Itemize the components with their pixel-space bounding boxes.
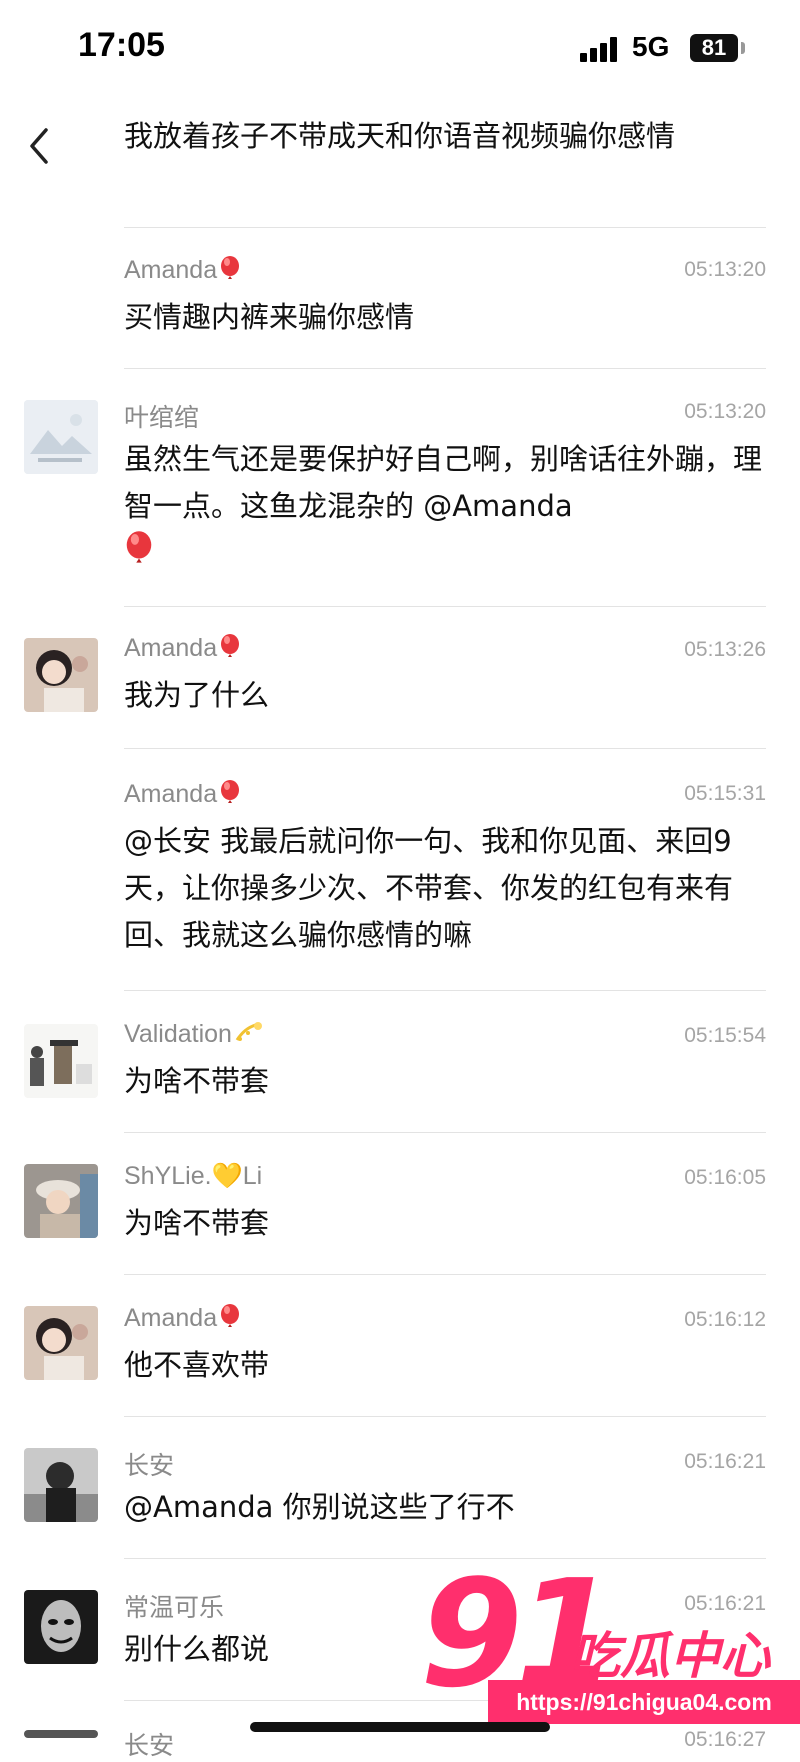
- balloon-emoji-icon: [221, 1304, 240, 1327]
- message-text: @Amanda 你别说这些了行不: [124, 1490, 515, 1524]
- status-time: 17:05: [78, 26, 165, 64]
- message-item[interactable]: Amanda 05:13:20 买情趣内裤来骗你感情: [0, 222, 800, 364]
- divider: [124, 1274, 766, 1275]
- message-time: 05:13:20: [684, 258, 766, 281]
- avatar[interactable]: [24, 400, 98, 474]
- divider: [124, 1132, 766, 1133]
- message-item[interactable]: ShYLie.💛Li 05:16:05 为啥不带套: [0, 1132, 800, 1274]
- message-text: 他不喜欢带: [124, 1348, 270, 1382]
- chat-header: 我放着孩子不带成天和你语音视频骗你感情: [0, 96, 800, 222]
- message-text: 虽然生气还是要保护好自己啊，别啥话往外蹦，理智一点。这鱼龙混杂的 @Amanda: [124, 436, 764, 577]
- divider: [124, 606, 766, 607]
- sender-name: Amanda: [124, 256, 241, 285]
- sparkle-emoji-icon: [235, 1022, 262, 1041]
- avatar[interactable]: [24, 1448, 98, 1522]
- message-time: 05:13:26: [684, 638, 766, 661]
- watermark-url: https://91chigua04.com: [488, 1680, 800, 1724]
- divider: [124, 748, 766, 749]
- message-time: 05:13:20: [684, 400, 766, 423]
- avatar[interactable]: [24, 1164, 98, 1238]
- message-text: @长安 我最后就问你一句、我和你见面、来回9天，让你操多少次、不带套、你发的红包…: [124, 824, 734, 952]
- sender-name: Amanda: [124, 780, 241, 809]
- sender-name: ShYLie.💛Li: [124, 1162, 263, 1190]
- message-item[interactable]: Amanda 05:13:26 我为了什么: [0, 604, 800, 746]
- divider: [124, 368, 766, 369]
- message-time: 05:16:21: [684, 1450, 766, 1473]
- divider: [124, 990, 766, 991]
- balloon-emoji-icon: [126, 531, 152, 563]
- message-text: 为啥不带套: [124, 1064, 270, 1098]
- avatar[interactable]: [24, 638, 98, 712]
- avatar[interactable]: [24, 1590, 98, 1664]
- balloon-emoji-icon: [221, 634, 240, 657]
- message-item[interactable]: Validation 05:15:54 为啥不带套: [0, 990, 800, 1132]
- sender-name: 常温可乐: [124, 1594, 225, 1622]
- divider: [124, 1416, 766, 1417]
- signal-icon: [580, 36, 624, 62]
- message-time: 05:16:12: [684, 1308, 766, 1331]
- message-item[interactable]: Amanda 05:15:31 @长安 我最后就问你一句、我和你见面、来回9天，…: [0, 746, 800, 990]
- avatar[interactable]: [24, 1730, 98, 1738]
- message-item[interactable]: 长安 05:16:21 @Amanda 你别说这些了行不: [0, 1416, 800, 1558]
- sender-name: 长安: [124, 1452, 175, 1480]
- battery-icon: 81: [690, 34, 738, 62]
- balloon-emoji-icon: [221, 256, 240, 279]
- divider: [124, 227, 766, 228]
- avatar[interactable]: [24, 1024, 98, 1098]
- sender-name: 叶绾绾: [124, 404, 200, 432]
- sender-name: 长安: [124, 1732, 175, 1760]
- message-item[interactable]: 叶绾绾 05:13:20 虽然生气还是要保护好自己啊，别啥话往外蹦，理智一点。这…: [0, 364, 800, 604]
- watermark: 91 吃瓜中心 https://91chigua04.com: [420, 1548, 800, 1738]
- message-item[interactable]: Amanda 05:16:12 他不喜欢带: [0, 1274, 800, 1416]
- sender-name: Amanda: [124, 634, 241, 663]
- battery-cap: [741, 42, 745, 54]
- network-type: 5G: [632, 31, 670, 62]
- message-text: 为啥不带套: [124, 1206, 270, 1240]
- message-text: 我为了什么: [124, 678, 270, 712]
- watermark-name: 吃瓜中心: [570, 1627, 770, 1685]
- balloon-emoji-icon: [221, 780, 240, 803]
- status-bar: 17:05 5G 81: [0, 0, 800, 96]
- avatar[interactable]: [24, 1306, 98, 1380]
- message-time: 05:16:05: [684, 1166, 766, 1189]
- home-indicator[interactable]: [250, 1722, 550, 1732]
- sender-name: Validation: [124, 1020, 264, 1049]
- message-text: 买情趣内裤来骗你感情: [124, 300, 415, 334]
- message-time: 05:15:31: [684, 782, 766, 805]
- sender-name: Amanda: [124, 1304, 241, 1333]
- page-title: 我放着孩子不带成天和你语音视频骗你感情: [124, 119, 676, 153]
- chevron-left-icon[interactable]: [20, 116, 60, 176]
- message-time: 05:15:54: [684, 1024, 766, 1047]
